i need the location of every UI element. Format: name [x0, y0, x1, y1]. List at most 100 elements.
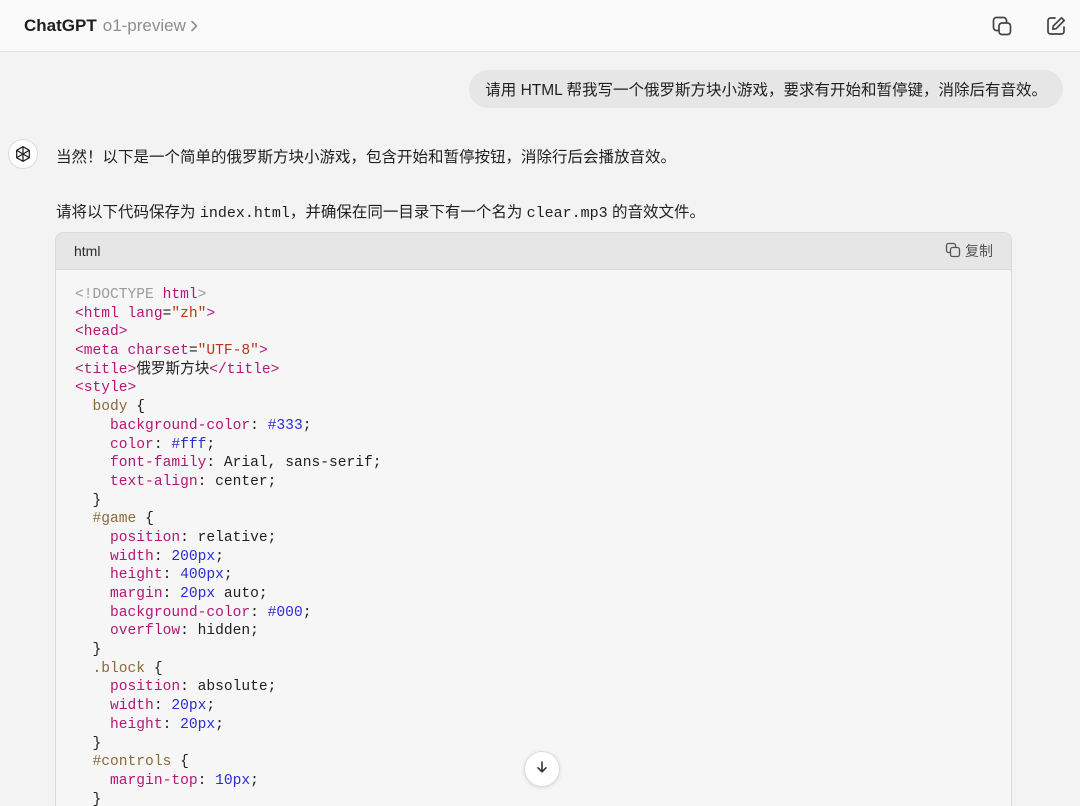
code-token: >	[197, 287, 207, 303]
code-line: }	[75, 492, 1011, 511]
code-line: background-color: #333;	[75, 417, 1011, 436]
code-token: ;	[302, 604, 312, 621]
code-token: width	[110, 548, 154, 565]
code-token: color	[110, 436, 154, 453]
code-token: }	[75, 492, 102, 509]
code-token: : absolute;	[180, 679, 277, 696]
code-token: .block	[92, 660, 146, 677]
code-token: 20px	[180, 586, 216, 602]
code-token: :	[162, 586, 181, 602]
code-token: ;	[215, 716, 224, 733]
code-token: body	[92, 399, 128, 416]
code-line: color: #fff;	[75, 436, 1011, 455]
code-token: <head>	[75, 324, 128, 341]
code-token: height	[110, 716, 163, 733]
code-token: :	[250, 604, 268, 621]
inline-code-audio: clear.mp3	[526, 205, 608, 222]
code-line: position: relative;	[75, 529, 1011, 548]
code-token: margin-top	[110, 772, 198, 789]
code-token: <style>	[75, 380, 137, 397]
code-token: }	[75, 735, 102, 752]
assistant-intro-text: 当然！以下是一个简单的俄罗斯方块小游戏，包含开始和暂停按钮，消除行后会播放音效。	[56, 149, 677, 166]
code-token: {	[136, 511, 154, 528]
code-token: ;	[206, 698, 216, 715]
code-token: }	[75, 642, 102, 659]
code-line: <head>	[75, 323, 1011, 342]
code-line: <html lang="zh">	[75, 305, 1011, 324]
scroll-to-bottom-button[interactable]	[524, 751, 560, 787]
code-token: auto;	[215, 586, 268, 602]
code-token: lang	[127, 305, 163, 322]
code-token: >	[206, 305, 216, 322]
user-message-bubble: 请用 HTML 帮我写一个俄罗斯方块小游戏，要求有开始和暂停键，消除后有音效。	[469, 70, 1063, 108]
code-token: {	[127, 399, 146, 416]
code-line: height: 20px;	[75, 716, 1011, 735]
assistant-instruction-text: 请将以下代码保存为 index.html，并确保在同一目录下有一个名为 clea…	[56, 200, 705, 222]
code-token: : relative;	[180, 529, 277, 546]
code-token: ;	[250, 772, 259, 789]
code-token: </title>	[209, 361, 280, 378]
code-line: text-align: center;	[75, 473, 1011, 492]
code-line: background-color: #000;	[75, 604, 1011, 623]
instruction-text-2: ，并确保在同一目录下有一个名为	[289, 204, 527, 221]
code-token: <meta	[75, 343, 128, 360]
instruction-text-1: 请将以下代码保存为	[56, 204, 200, 221]
code-token: : Arial, sans-serif;	[206, 455, 382, 472]
code-token: : center;	[197, 473, 277, 490]
arrow-down-icon	[535, 760, 549, 779]
code-token: 10px	[215, 772, 251, 789]
instruction-text-3: 的音效文件。	[607, 204, 705, 221]
copy-label: 复制	[965, 243, 993, 259]
code-token: >	[258, 343, 268, 360]
code-token: charset	[127, 343, 189, 360]
code-line: width: 20px;	[75, 697, 1011, 716]
code-token: =	[188, 343, 198, 360]
code-token: background-color	[110, 604, 251, 621]
code-token: #333	[267, 417, 303, 434]
code-line: }	[75, 641, 1011, 660]
copy-code-button[interactable]: 复制	[945, 241, 993, 261]
code-token: <html	[75, 305, 128, 322]
code-line: overflow: hidden;	[75, 622, 1011, 641]
code-token: ;	[302, 417, 312, 434]
code-line: <!DOCTYPE html>	[75, 286, 1011, 305]
code-token: html	[162, 287, 198, 303]
code-token: :	[153, 436, 172, 453]
code-token: <title>	[75, 361, 137, 378]
code-token: ;	[215, 548, 224, 565]
code-token: width	[110, 698, 154, 715]
code-token: ;	[206, 436, 216, 453]
code-token: "zh"	[171, 305, 207, 322]
inline-code-filename: index.html	[199, 205, 290, 222]
code-token: {	[145, 660, 163, 677]
code-token: :	[153, 548, 172, 565]
code-token: margin	[110, 586, 163, 602]
new-chat-icon[interactable]	[1038, 8, 1074, 44]
code-token: 400px	[180, 567, 224, 584]
copy-icon	[945, 242, 961, 261]
code-token: :	[162, 716, 181, 733]
code-token: 俄罗斯方块	[136, 361, 210, 378]
model-selector[interactable]: o1-preview	[103, 16, 199, 36]
copy-window-icon[interactable]	[984, 8, 1020, 44]
code-block: html 复制 <!DOCTYPE html> <html lang="zh"> <…	[55, 232, 1012, 806]
code-block-header: html 复制	[56, 233, 1011, 270]
code-token: "UTF-8"	[197, 343, 259, 360]
code-token: }	[75, 791, 102, 806]
code-token: #fff	[171, 436, 207, 453]
code-token: #game	[92, 511, 137, 528]
code-line: width: 200px;	[75, 548, 1011, 567]
code-token: #000	[267, 604, 303, 621]
code-token: #controls	[92, 754, 172, 771]
code-line: #game {	[75, 510, 1011, 529]
